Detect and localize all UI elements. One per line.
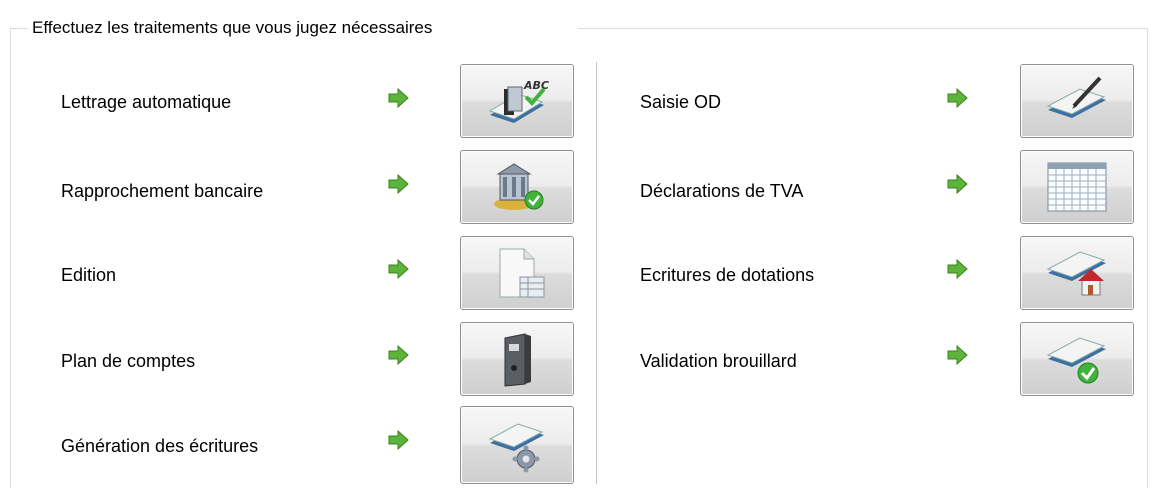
validation-brouillard-button[interactable]	[1020, 322, 1134, 396]
action-label: Ecritures de dotations	[640, 265, 815, 285]
grid-sheet-icon	[1047, 162, 1107, 212]
book-gear-icon	[488, 423, 544, 473]
action-label: Saisie OD	[640, 92, 722, 112]
arrow-right-icon	[388, 344, 409, 366]
rapprochement-bancaire-button[interactable]	[460, 150, 574, 224]
declarations-tva-button[interactable]	[1020, 150, 1134, 224]
plan-de-comptes-button[interactable]	[460, 322, 574, 396]
arrow-right-icon	[947, 258, 968, 280]
arrow-right-icon	[947, 173, 968, 195]
arrow-right-icon	[947, 87, 968, 109]
binder-icon	[504, 333, 531, 387]
book-pen-icon	[1046, 76, 1106, 118]
saisie-od-button[interactable]	[1020, 64, 1134, 138]
groupbox-border-left	[10, 28, 11, 488]
generation-ecritures-button[interactable]	[460, 406, 574, 484]
arrow-right-icon	[388, 87, 409, 109]
action-label: Plan de comptes	[61, 351, 196, 371]
arrow-right-icon	[388, 173, 409, 195]
bank-check-icon	[494, 163, 544, 210]
arrow-right-icon	[388, 429, 409, 451]
arrow-right-icon	[947, 344, 968, 366]
ecritures-dotations-button[interactable]	[1020, 236, 1134, 310]
document-edition-icon	[499, 248, 545, 298]
groupbox-border-top-left	[10, 28, 28, 29]
column-divider	[596, 62, 597, 484]
action-label: Rapprochement bancaire	[61, 181, 264, 201]
lettrage-automatique-button[interactable]: ABC	[460, 64, 574, 138]
groupbox-title: Effectuez les traitements que vous jugez…	[30, 17, 437, 39]
edition-button[interactable]	[460, 236, 574, 310]
book-check-icon	[1046, 337, 1106, 384]
book-abc-check-icon: ABC	[488, 79, 549, 123]
action-label: Lettrage automatique	[61, 92, 232, 112]
action-label: Validation brouillard	[640, 351, 797, 371]
action-label: Edition	[61, 265, 117, 285]
groupbox-border-top-right	[578, 28, 1148, 29]
book-house-icon	[1046, 251, 1106, 296]
action-label: Génération des écritures	[61, 436, 259, 456]
groupbox-border-right	[1147, 28, 1148, 488]
action-label: Déclarations de TVA	[640, 181, 804, 201]
arrow-right-icon	[388, 258, 409, 280]
